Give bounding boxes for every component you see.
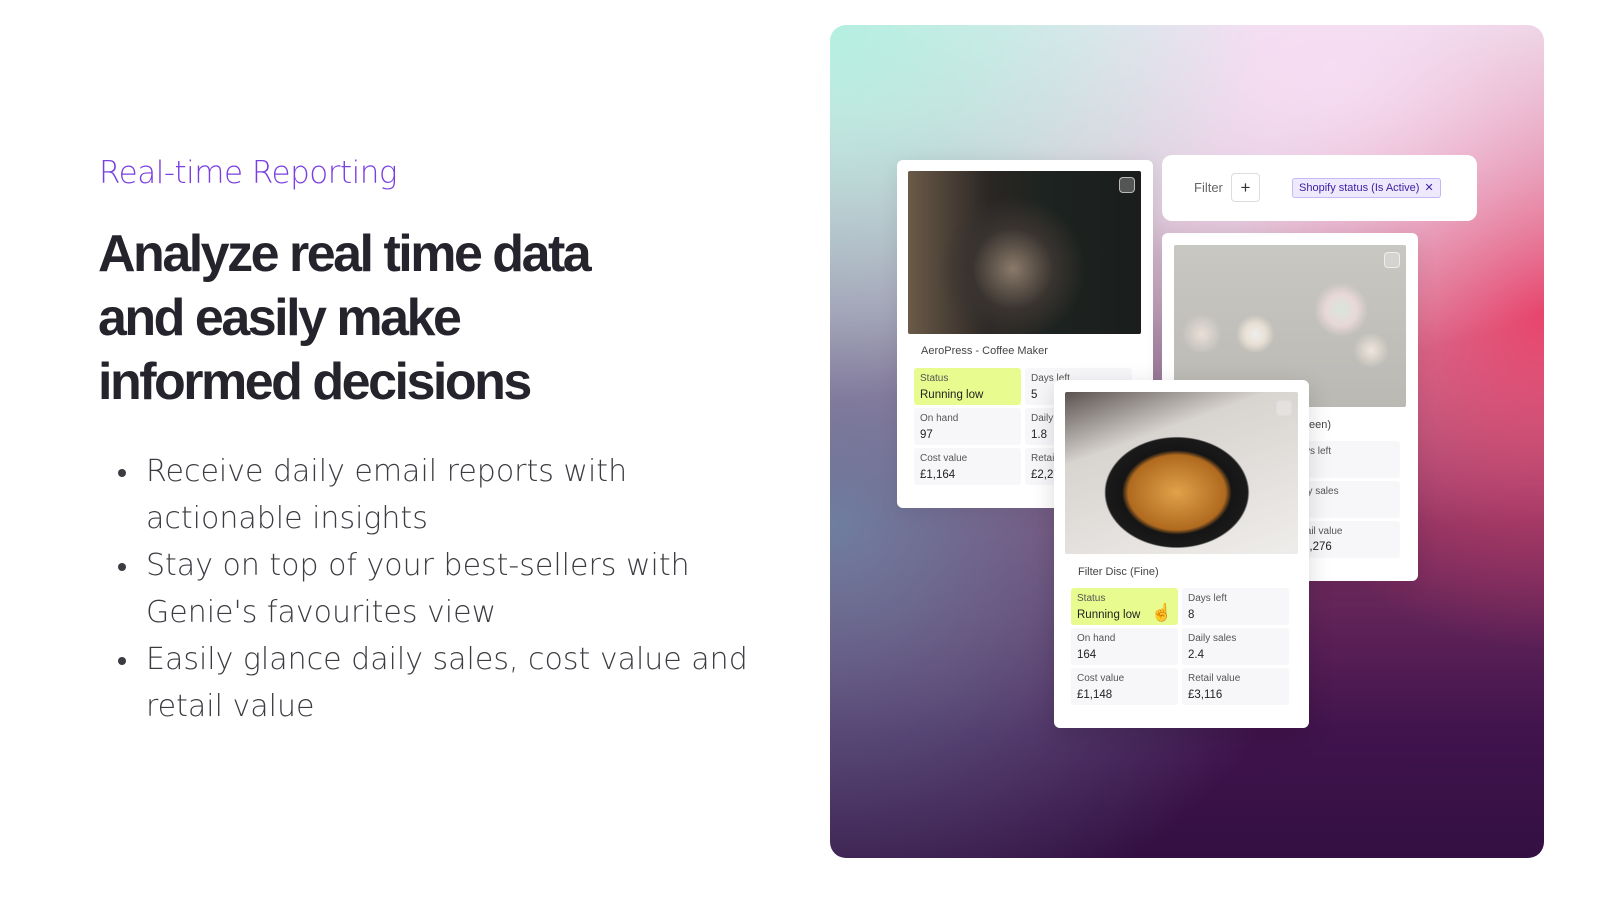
- cell-value: Running low: [920, 389, 984, 401]
- cell-value: £3,116: [1188, 689, 1223, 701]
- headline-line: and easily make: [98, 289, 462, 347]
- cell-label: Daily sales: [1188, 633, 1237, 644]
- product-card[interactable]: Filter Disc (Fine) Status Running low ☝ D…: [1054, 380, 1309, 728]
- product-image: [908, 171, 1141, 334]
- filter-label: Filter: [1194, 180, 1223, 195]
- headline-line: informed decisions: [98, 353, 532, 411]
- cell-label: On hand: [1077, 633, 1116, 644]
- retail-value-cell: Retail value £3,116: [1182, 668, 1289, 705]
- select-checkbox[interactable]: [1384, 252, 1400, 268]
- select-checkbox[interactable]: [1276, 400, 1292, 416]
- feature-item: Easily glance daily sales, cost value an…: [118, 636, 778, 730]
- cell-value: £1,148: [1077, 689, 1113, 701]
- filter-chip[interactable]: Shopify status (Is Active) ✕: [1292, 178, 1441, 198]
- cell-label: Cost value: [1077, 673, 1125, 684]
- status-cell[interactable]: Status Running low: [914, 368, 1021, 405]
- cell-value: £1,164: [920, 469, 956, 481]
- close-icon[interactable]: ✕: [1424, 182, 1433, 194]
- feature-item: Stay on top of your best-sellers with Ge…: [118, 542, 778, 636]
- cost-value-cell: Cost value £1,148: [1071, 668, 1178, 705]
- on-hand-cell: On hand 164: [1071, 628, 1178, 665]
- product-title: AeroPress - Coffee Maker: [921, 345, 1048, 357]
- plus-icon: +: [1240, 178, 1251, 197]
- headline-line: Analyze real time data: [98, 225, 592, 283]
- status-cell[interactable]: Status Running low ☝: [1071, 588, 1178, 625]
- eyebrow: Real-time Reporting: [99, 155, 398, 191]
- cell-value: 2.4: [1188, 649, 1204, 661]
- select-checkbox[interactable]: [1119, 177, 1135, 193]
- cell-label: Status: [920, 373, 949, 384]
- product-image: [1065, 392, 1298, 554]
- feature-list: Receive daily email reports with actiona…: [118, 448, 778, 730]
- feature-item: Receive daily email reports with actiona…: [118, 448, 778, 542]
- add-filter-button[interactable]: +: [1231, 173, 1260, 202]
- chip-label: Shopify status (Is Active): [1299, 182, 1420, 194]
- cell-value: 164: [1077, 649, 1097, 661]
- cell-label: On hand: [920, 413, 959, 424]
- cell-value: 8: [1188, 609, 1195, 621]
- product-title: Filter Disc (Fine): [1078, 566, 1159, 578]
- on-hand-cell: On hand 97: [914, 408, 1021, 445]
- headline: Analyze real time data and easily make i…: [98, 222, 718, 414]
- cell-value: 97: [920, 429, 933, 441]
- cell-label: Days left: [1188, 593, 1227, 604]
- hand-cursor-icon: ☝: [1151, 603, 1173, 622]
- daily-sales-cell: Daily sales 2.4: [1182, 628, 1289, 665]
- cost-value-cell: Cost value £1,164: [914, 448, 1021, 485]
- product-title: een): [1309, 419, 1332, 431]
- cell-label: Retail value: [1188, 673, 1241, 684]
- filter-bar: Filter + Shopify status (Is Active) ✕: [1162, 155, 1477, 221]
- days-left-cell: Days left 8: [1182, 588, 1289, 625]
- cell-label: Cost value: [920, 453, 968, 464]
